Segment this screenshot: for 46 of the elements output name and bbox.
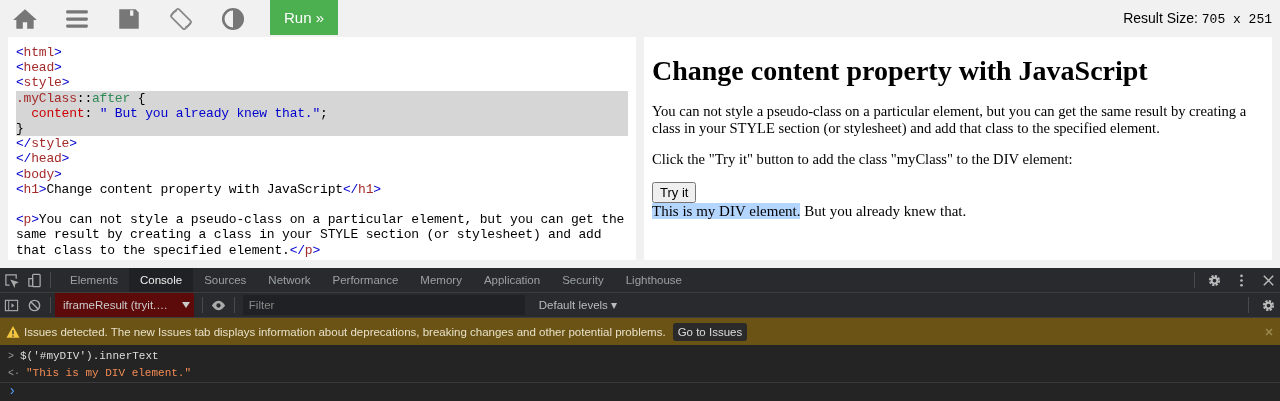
settings-icon[interactable]: [1207, 272, 1222, 288]
devtools-tab[interactable]: Performance: [321, 268, 410, 292]
contrast-icon[interactable]: [220, 5, 246, 32]
context-selector[interactable]: iframeResult (tryit.…: [55, 293, 194, 317]
settings-icon[interactable]: [1261, 297, 1276, 313]
result-size-value: 705 x 251: [1201, 12, 1272, 27]
code-line: <h1>Change content property with JavaScript</h1>: [16, 181, 382, 198]
result-marker: <·: [8, 367, 20, 379]
console-prompt[interactable]: ›: [8, 383, 17, 399]
devtools-tab[interactable]: Elements: [59, 268, 129, 292]
code-line: </style>: [16, 136, 78, 152]
devtools-tab[interactable]: Memory: [409, 268, 473, 292]
code-line: <html>: [16, 45, 63, 61]
result-paragraph: You can not style a pseudo-class on a particular element, but you can get the same result by creating a class in your STYLE section (or stylesheet) and add that class to the specified element.: [652, 103, 1248, 137]
input-marker: >: [8, 350, 14, 362]
filter-field[interactable]: Filter: [242, 295, 525, 315]
code-line: <style>: [16, 75, 71, 91]
issues-message: Issues detected. The new Issues tab displays information about deprecations, breaking changes and other potential problems.: [24, 325, 666, 338]
devtools-tab[interactable]: Security: [551, 268, 615, 292]
code-line: <p>You can not style a pseudo-class on a particular element, but you can get the same result by creating a class in your STYLE section (or stylesheet) and add that class to the specified element.</p>: [16, 212, 626, 258]
devtools-tab[interactable]: Application: [472, 268, 552, 292]
sidebar-toggle-icon[interactable]: [4, 297, 19, 313]
go-to-issues-button[interactable]: Go to Issues: [672, 322, 748, 341]
code-line: <head>: [16, 60, 63, 76]
warning-icon: [6, 324, 20, 339]
result-size-label: Result Size:: [1123, 10, 1198, 26]
result-paragraph: Click the "Try it" button to add the class "myClass" to the DIV element:: [652, 151, 1074, 168]
console-result: "This is my DIV element.": [26, 367, 192, 379]
device-toolbar-icon[interactable]: [27, 272, 42, 288]
log-levels-dropdown[interactable]: Default levels ▾: [532, 297, 624, 313]
devtools-tab[interactable]: Console: [128, 268, 194, 292]
code-editor[interactable]: [8, 37, 636, 260]
devtools-tab[interactable]: Lighthouse: [614, 268, 693, 292]
devtools-tab[interactable]: Network: [257, 268, 322, 292]
inspect-icon[interactable]: [4, 272, 19, 288]
rotate-icon[interactable]: [168, 5, 194, 32]
caret-icon: [181, 302, 190, 308]
code-line: <body>: [16, 166, 63, 182]
clear-console-icon[interactable]: [27, 297, 42, 313]
close-icon[interactable]: [1261, 272, 1276, 288]
try-it-button[interactable]: Try it: [652, 182, 697, 203]
devtools-tab[interactable]: Sources: [193, 268, 258, 292]
div-text: This is my DIV element. But you already knew that.: [652, 203, 967, 220]
console-command: $('#myDIV').innerText: [20, 350, 159, 362]
result-heading: Change content property with JavaScript: [652, 55, 1149, 87]
code-line: </head>: [16, 151, 71, 167]
